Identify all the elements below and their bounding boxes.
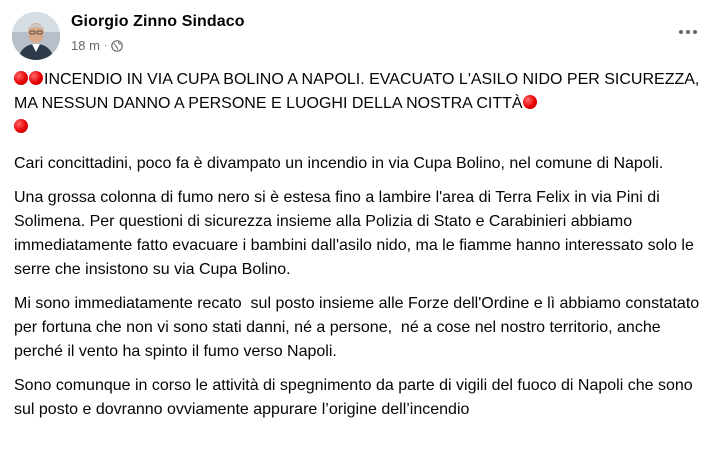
post-meta: 18 m · <box>71 38 124 53</box>
red-circle-emoji <box>522 95 537 109</box>
post-paragraph: Sono comunque in corso le attività di sp… <box>14 377 698 418</box>
author-name[interactable]: Giorgio Zinno Sindaco <box>71 13 245 31</box>
meta-separator: · <box>103 40 108 51</box>
red-circle-emoji <box>14 119 28 133</box>
post-header: Giorgio Zinno Sindaco 18 m · <box>12 10 708 62</box>
post-body: INCENDIO IN VIA CUPA BOLINO A NAPOLI. EV… <box>14 68 710 432</box>
more-options-icon[interactable] <box>674 22 702 42</box>
post-paragraph: Una grossa colonna di fumo nero si è est… <box>14 189 699 278</box>
post-headline: INCENDIO IN VIA CUPA BOLINO A NAPOLI. EV… <box>14 68 710 140</box>
red-circle-emoji <box>29 71 43 85</box>
headline-text: INCENDIO IN VIA CUPA BOLINO A NAPOLI. EV… <box>14 71 700 112</box>
facebook-post: Giorgio Zinno Sindaco 18 m · INCENDIO IN… <box>0 0 720 453</box>
author-avatar[interactable] <box>12 12 60 60</box>
globe-icon <box>111 39 124 52</box>
red-circle-emoji <box>14 71 28 85</box>
post-timestamp[interactable]: 18 m <box>71 38 100 53</box>
post-paragraph: Mi sono immediatamente recato sul posto … <box>14 295 704 360</box>
post-paragraph: Cari concittadini, poco fa è divampato u… <box>14 155 664 172</box>
